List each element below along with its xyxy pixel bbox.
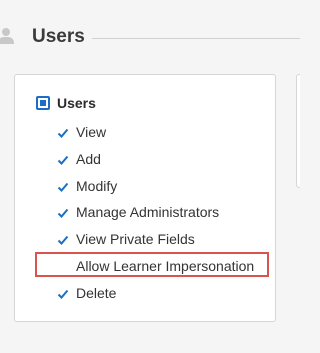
check-icon <box>57 126 69 138</box>
check-icon <box>57 153 69 165</box>
check-icon <box>57 206 69 218</box>
permission-label: Add <box>76 151 101 167</box>
section-title: Users <box>32 26 85 47</box>
permission-label: View Private Fields <box>76 231 195 247</box>
user-icon <box>0 26 14 46</box>
section-header: Users <box>0 22 300 52</box>
check-icon <box>57 180 69 192</box>
adjacent-card-edge <box>296 74 300 188</box>
section-divider <box>92 38 300 39</box>
users-group-checkbox[interactable] <box>36 96 50 110</box>
checkbox-partial-indicator <box>40 100 46 106</box>
check-icon <box>57 287 69 299</box>
permission-label: Manage Administrators <box>76 204 220 220</box>
highlight-annotation-box <box>35 252 269 277</box>
permission-label: View <box>76 124 107 140</box>
permission-label: Modify <box>76 178 118 194</box>
check-icon <box>57 233 69 245</box>
permission-label: Delete <box>76 285 117 301</box>
permissions-group-label: Users <box>57 95 96 111</box>
permissions-card: Users View Add Modify Manage Administrat… <box>14 74 276 322</box>
page: Users Users View Add Modify Manage Admin… <box>0 0 300 353</box>
